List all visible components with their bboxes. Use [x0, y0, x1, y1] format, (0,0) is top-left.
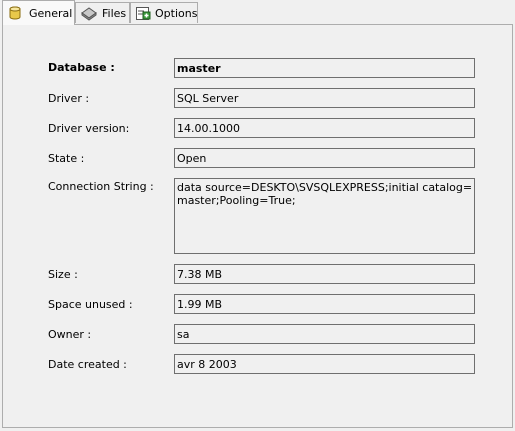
tab-options[interactable]: Options	[130, 2, 198, 23]
tab-files-label: Files	[102, 6, 127, 20]
database-label: Database :	[48, 61, 115, 74]
tab-files[interactable]: Files	[75, 2, 130, 23]
date-created-label: Date created :	[48, 358, 127, 371]
state-label: State :	[48, 152, 85, 165]
size-field[interactable]: 7.38 MB	[174, 264, 475, 284]
connection-string-field[interactable]: data source=DESKTO\SVSQLEXPRESS;initial …	[174, 178, 475, 254]
driver-field[interactable]: SQL Server	[174, 88, 475, 108]
driver-version-field[interactable]: 14.00.1000	[174, 118, 475, 138]
tab-general[interactable]: General	[2, 0, 75, 25]
size-label: Size :	[48, 268, 78, 281]
tab-strip: General Files Options	[0, 0, 515, 25]
space-unused-field[interactable]: 1.99 MB	[174, 294, 475, 314]
state-field[interactable]: Open	[174, 148, 475, 168]
database-field[interactable]: master	[174, 58, 475, 78]
connection-string-label: Connection String :	[48, 180, 154, 193]
options-icon	[135, 5, 151, 21]
tab-options-label: Options	[155, 6, 198, 20]
driver-version-label: Driver version:	[48, 122, 130, 135]
tab-general-label: General	[29, 6, 73, 20]
database-icon	[7, 5, 25, 21]
date-created-field[interactable]: avr 8 2003	[174, 354, 475, 374]
space-unused-label: Space unused :	[48, 298, 133, 311]
owner-field[interactable]: sa	[174, 324, 475, 344]
general-panel: Database : master Driver : SQL Server Dr…	[2, 24, 513, 428]
disk-icon	[80, 5, 98, 21]
driver-label: Driver :	[48, 92, 90, 105]
owner-label: Owner :	[48, 328, 92, 341]
